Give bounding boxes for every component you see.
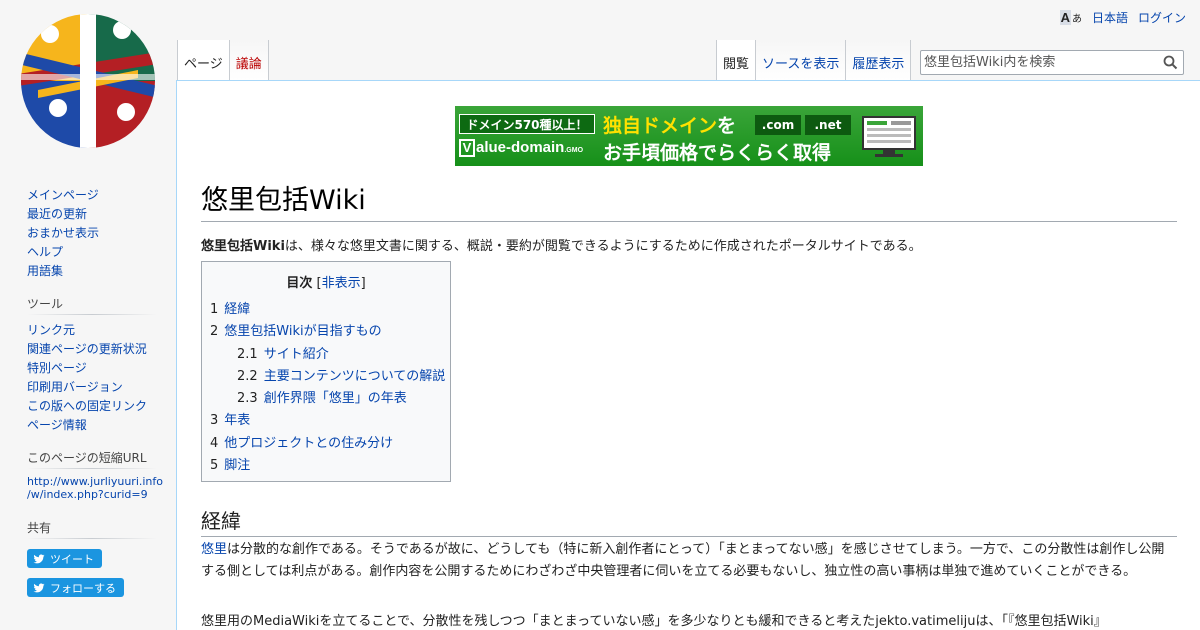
short-url-line-2: /w/index.php?curid=9 bbox=[27, 488, 148, 501]
follow-button[interactable]: フォローする bbox=[27, 578, 124, 597]
language-link[interactable]: 日本語 bbox=[1092, 9, 1128, 26]
tab-read[interactable]: 閲覧 bbox=[716, 40, 757, 80]
toc-item-label: 悠里包括Wikiが目指すもの bbox=[224, 324, 382, 340]
sidebar-tools: ツール リンク元 関連ページの更新状況 特別ページ 印刷用バージョン この版への… bbox=[27, 295, 157, 435]
banner-subline: お手頃価格でらくらく取得 bbox=[603, 142, 832, 164]
tab-page[interactable]: ページ bbox=[177, 40, 230, 80]
toc-header: 目次 [非表示] bbox=[210, 272, 442, 291]
sidebar-item-printable[interactable]: 印刷用バージョン bbox=[27, 380, 123, 394]
intro-paragraph: 悠里包括Wikiは、様々な悠里文書に関する、概説・要約が閲覧できるようにするため… bbox=[201, 235, 922, 254]
sidebar-item-random[interactable]: おまかせ表示 bbox=[27, 226, 99, 240]
sidebar-item-glossary[interactable]: 用語集 bbox=[27, 264, 63, 278]
toc-toggle-bracket-close: ] bbox=[360, 276, 366, 291]
intro-bold-title: 悠里包括Wiki bbox=[201, 239, 285, 254]
sidebar: メインページ 最近の更新 おまかせ表示 ヘルプ 用語集 ツール リンク元 関連ペ… bbox=[0, 180, 176, 607]
sidebar-short-url-heading: このページの短縮URL bbox=[27, 449, 157, 469]
tweet-button[interactable]: ツイート bbox=[27, 549, 102, 568]
sidebar-short-url: このページの短縮URL http://www.jurliyuuri.info /… bbox=[27, 449, 163, 501]
sidebar-share-heading: 共有 bbox=[27, 519, 157, 539]
language-icon[interactable]: Aあ bbox=[1059, 10, 1082, 25]
view-tabs: 閲覧 ソースを表示 履歴表示 bbox=[716, 40, 912, 80]
search-icon[interactable] bbox=[1163, 55, 1178, 70]
toc-item-label: 脚注 bbox=[224, 458, 251, 474]
toc-item-label: 創作界隈「悠里」の年表 bbox=[263, 391, 407, 407]
toc-item-label: 他プロジェクトとの住み分け bbox=[224, 435, 394, 451]
sidebar-item-permalink[interactable]: この版への固定リンク bbox=[27, 399, 147, 413]
search-input[interactable] bbox=[921, 51, 1157, 74]
sidebar-share: 共有 ツイート フォローする bbox=[27, 519, 157, 607]
intro-text: は、様々な悠里文書に関する、概説・要約が閲覧できるようにするために作成されたポー… bbox=[284, 239, 922, 254]
sidebar-item-recent-changes[interactable]: 最近の更新 bbox=[27, 207, 87, 221]
toc-item[interactable]: 5 脚注 bbox=[210, 455, 442, 477]
login-link[interactable]: ログイン bbox=[1138, 9, 1186, 26]
toc-item-label: 経緯 bbox=[224, 302, 251, 317]
banner-brand-check-icon: V bbox=[459, 139, 475, 157]
toc-item-label: 年表 bbox=[224, 413, 251, 429]
banner-tld-com: .com bbox=[755, 115, 801, 135]
banner-badge: ドメイン570種以上！ bbox=[459, 114, 595, 134]
toc-hide-toggle[interactable]: 非表示 bbox=[322, 276, 361, 291]
short-url-link[interactable]: http://www.jurliyuuri.info /w/index.php?… bbox=[27, 475, 163, 501]
sidebar-item-page-info[interactable]: ページ情報 bbox=[27, 418, 87, 432]
sidebar-item-help[interactable]: ヘルプ bbox=[27, 245, 63, 259]
toc-item[interactable]: 4 他プロジェクトとの住み分け bbox=[210, 433, 442, 455]
follow-button-label: フォローする bbox=[50, 582, 116, 595]
banner-brand: alue-domain bbox=[476, 139, 565, 156]
table-of-contents: 目次 [非表示] 1 経緯 2 悠里包括Wikiが目指すもの 2.1 サイト紹介 2.… bbox=[201, 261, 451, 482]
search-box bbox=[920, 50, 1184, 75]
sidebar-item-related-changes[interactable]: 関連ページの更新状況 bbox=[27, 342, 147, 356]
page-title: 悠里包括Wiki bbox=[201, 178, 1177, 222]
tab-talk[interactable]: 議論 bbox=[229, 40, 269, 80]
banner-headline-suffix: を bbox=[717, 115, 737, 137]
history-paragraph-1-text: は分散的な創作である。そうであるが故に、どうしても（特に新入創作者にとって）「ま… bbox=[201, 542, 1165, 579]
short-url-line-1: http://www.jurliyuuri.info bbox=[27, 475, 163, 488]
toc-item[interactable]: 2 悠里包括Wikiが目指すもの bbox=[210, 321, 442, 343]
toc-item-label: 主要コンテンツについての解説 bbox=[263, 368, 446, 384]
sidebar-item-what-links-here[interactable]: リンク元 bbox=[27, 323, 75, 337]
main-content: ドメイン570種以上！ 独自ドメインを .com .net Value-doma… bbox=[176, 80, 1200, 630]
toc-item-label: サイト紹介 bbox=[263, 346, 329, 362]
site-logo-icon[interactable] bbox=[18, 12, 158, 150]
ad-banner[interactable]: ドメイン570種以上！ 独自ドメインを .com .net Value-doma… bbox=[455, 106, 923, 166]
banner-headline: 独自ドメイン bbox=[603, 115, 718, 137]
yuuri-link[interactable]: 悠里 bbox=[201, 542, 227, 557]
sidebar-item-special-pages[interactable]: 特別ページ bbox=[27, 361, 87, 375]
tab-view-source[interactable]: ソースを表示 bbox=[756, 40, 847, 80]
history-paragraph-1: 悠里は分散的な創作である。そうであるが故に、どうしても（特に新入創作者にとって）… bbox=[201, 539, 1167, 583]
toc-item[interactable]: 2.1 サイト紹介 bbox=[210, 344, 442, 366]
toc-item[interactable]: 2.3 創作界隈「悠里」の年表 bbox=[210, 388, 442, 410]
banner-tld-net: .net bbox=[805, 115, 851, 135]
tab-history[interactable]: 履歴表示 bbox=[846, 40, 912, 80]
sidebar-tools-heading: ツール bbox=[27, 295, 157, 315]
twitter-bird-icon bbox=[33, 554, 45, 563]
history-paragraph-2: 悠里用のMediaWikiを立てることで、分散性を残しつつ「まとまっていない感」… bbox=[201, 614, 1107, 629]
sidebar-item-main-page[interactable]: メインページ bbox=[27, 188, 99, 202]
namespace-tabs: ページ 議論 bbox=[177, 40, 269, 80]
banner-brand-suffix: .GMO bbox=[564, 147, 584, 154]
section-heading-history: 経緯 bbox=[201, 505, 1177, 537]
tweet-button-label: ツイート bbox=[50, 553, 94, 566]
personal-tools: Aあ 日本語 ログイン bbox=[1059, 9, 1186, 26]
computer-screen-icon bbox=[862, 116, 916, 157]
toc-item[interactable]: 2.2 主要コンテンツについての解説 bbox=[210, 366, 445, 388]
toc-item[interactable]: 3 年表 bbox=[210, 410, 442, 432]
twitter-bird-icon bbox=[33, 583, 45, 592]
toc-item[interactable]: 1 経緯 bbox=[210, 299, 442, 321]
sidebar-navigation: メインページ 最近の更新 おまかせ表示 ヘルプ 用語集 bbox=[27, 186, 157, 281]
toc-title: 目次 bbox=[286, 276, 313, 291]
